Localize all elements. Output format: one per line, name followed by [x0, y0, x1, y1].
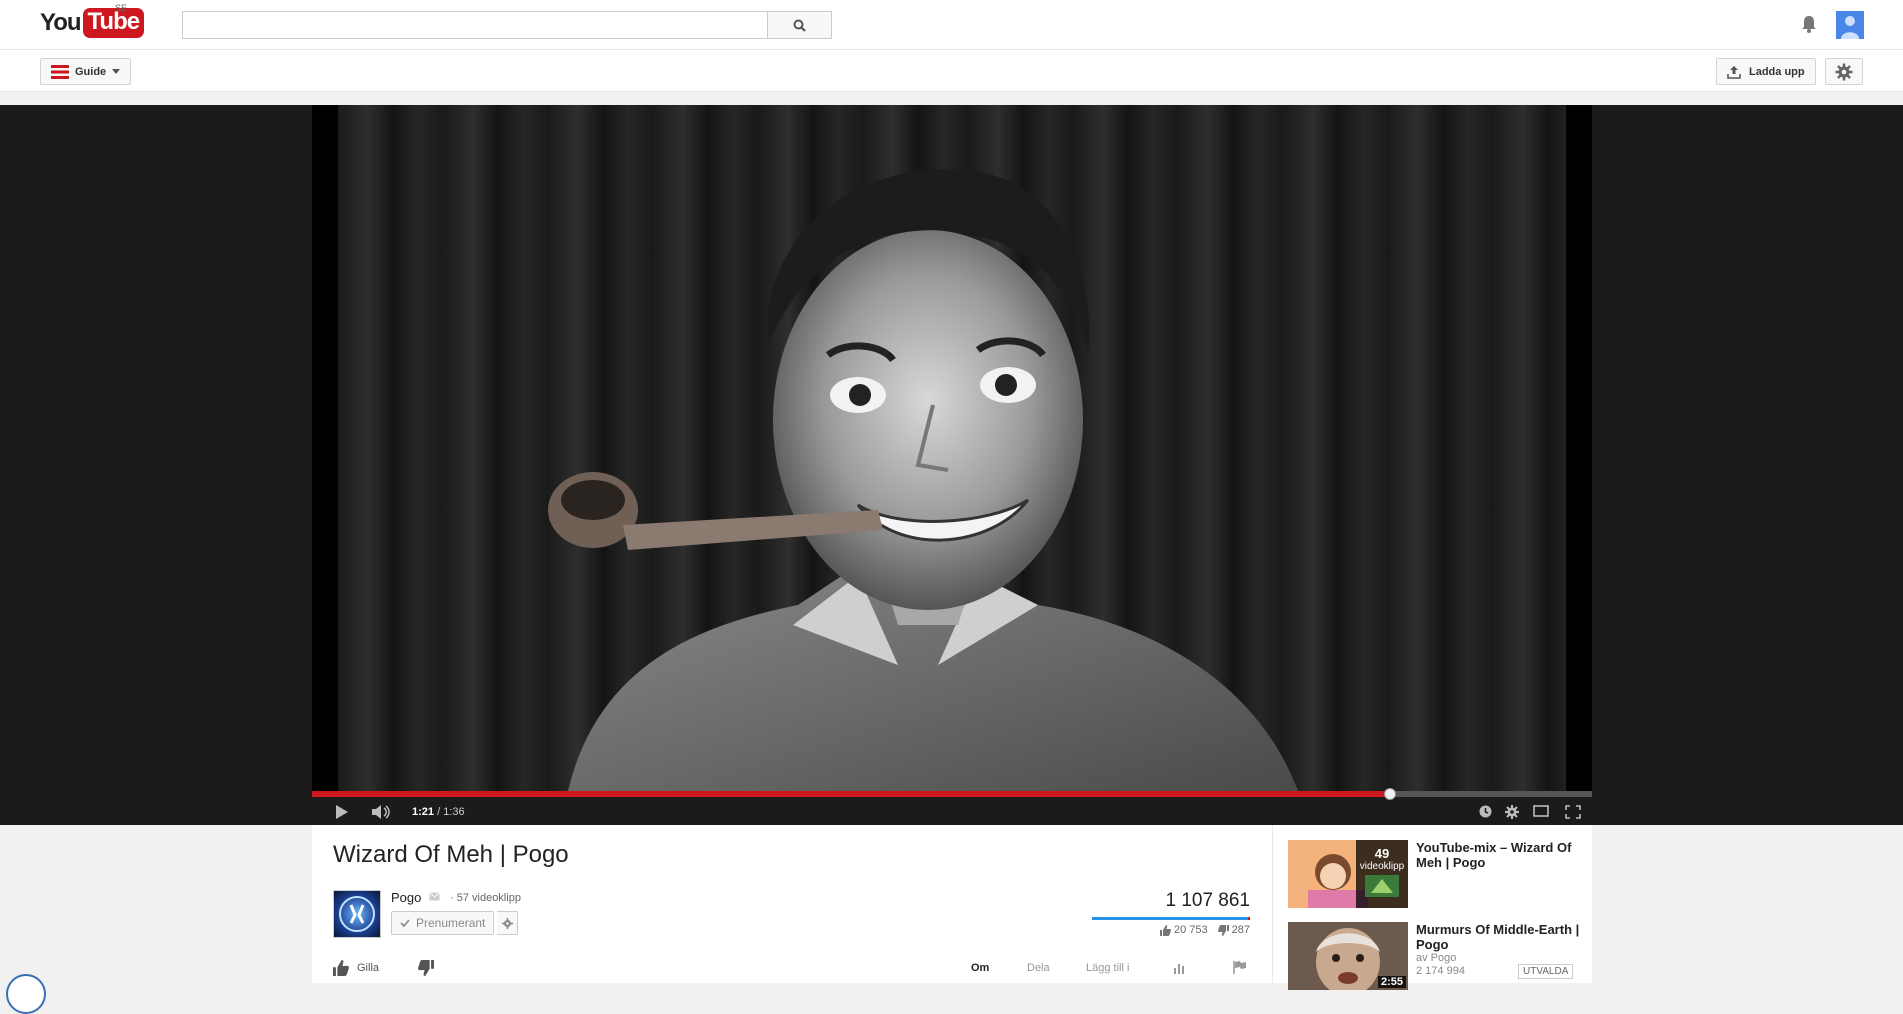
dislikes-count: 287: [1231, 924, 1250, 936]
likes-count-group: 20 753: [1159, 924, 1208, 936]
mix-preview-icon: [1365, 875, 1399, 897]
progress-scrubber[interactable]: [1383, 788, 1396, 800]
search-input[interactable]: [182, 11, 767, 39]
search-icon: [793, 19, 806, 32]
account-avatar[interactable]: [1836, 11, 1864, 39]
like-button[interactable]: Gilla: [333, 960, 379, 976]
search-form: [182, 11, 832, 39]
dislike-button[interactable]: [418, 960, 434, 976]
logo-tube-text: Tube: [82, 8, 145, 38]
upload-button[interactable]: Ladda upp: [1716, 58, 1816, 85]
video-frame[interactable]: [312, 105, 1592, 791]
dislikes-count-group: 287: [1217, 924, 1250, 936]
related-item-mix[interactable]: 49 videoklipp YouTube-mix – Wizard Of Me…: [1288, 840, 1583, 908]
thumbs-up-icon: [333, 960, 349, 976]
checkmark-icon: [400, 919, 410, 927]
time-total: / 1:36: [437, 806, 465, 818]
guide-label: Guide: [75, 65, 107, 78]
statistics-icon[interactable]: [1173, 962, 1187, 974]
guide-button[interactable]: Guide: [40, 58, 132, 85]
time-display: 1:21 / 1:36: [412, 806, 465, 818]
masthead: You Tube SE: [0, 0, 1903, 50]
featured-badge: UTVALDA: [1518, 964, 1574, 979]
channel-video-count[interactable]: · 57 videoklipp: [450, 892, 521, 904]
settings-button[interactable]: [1825, 58, 1863, 85]
action-bar: Gilla Om Dela Lägg till i: [333, 960, 1263, 980]
related-thumbnail: 2:55: [1288, 922, 1408, 990]
gear-icon: [501, 917, 513, 929]
play-icon[interactable]: [334, 805, 348, 819]
thumbs-down-icon: [1217, 924, 1229, 936]
player-controls: 1:21 / 1:36: [312, 788, 1592, 825]
subnav-bar: Guide Ladda upp: [0, 50, 1903, 92]
watch-info: Wizard Of Meh | Pogo Pogo · 57 videoklip…: [312, 825, 1272, 983]
message-icon[interactable]: [429, 892, 440, 901]
time-current: 1:21: [412, 806, 435, 818]
theater-mode-icon[interactable]: [1533, 805, 1549, 817]
related-item-video[interactable]: 2:55 Murmurs Of Middle-Earth | Pogo av P…: [1288, 922, 1583, 990]
upload-label: Ladda upp: [1749, 65, 1805, 78]
subscribe-label: Prenumerant: [416, 916, 486, 930]
chevron-down-icon: [112, 69, 121, 74]
video-still: [338, 105, 1566, 791]
overlay-circle-button[interactable]: [6, 974, 46, 1014]
related-title: Murmurs Of Middle-Earth | Pogo: [1416, 922, 1580, 952]
gear-icon: [1835, 63, 1853, 80]
playlist-count-label: videoklipp: [1359, 861, 1405, 872]
upload-icon: [1727, 65, 1741, 79]
progress-bar[interactable]: [312, 788, 1592, 800]
fullscreen-icon[interactable]: [1565, 805, 1581, 819]
video-content-illustration: [548, 169, 1298, 791]
related-sidebar: 49 videoklipp YouTube-mix – Wizard Of Me…: [1272, 825, 1592, 990]
likes-count: 20 753: [1173, 924, 1208, 936]
video-duration: 2:55: [1377, 976, 1406, 988]
related-author: av Pogo: [1416, 952, 1457, 964]
search-button[interactable]: [767, 11, 832, 39]
user-silhouette-icon: [1841, 16, 1859, 39]
channel-avatar[interactable]: [333, 890, 381, 938]
thumbs-up-icon: [1159, 924, 1171, 936]
youtube-logo[interactable]: You Tube: [40, 8, 145, 38]
player-area: 1:21 / 1:36: [0, 105, 1903, 825]
player-settings-icon[interactable]: [1505, 805, 1519, 819]
country-code: SE: [115, 3, 128, 13]
flag-icon[interactable]: [1233, 961, 1247, 974]
video-title: Wizard Of Meh | Pogo: [333, 841, 569, 868]
tab-share[interactable]: Dela: [1027, 962, 1050, 974]
related-views: 2 174 994: [1416, 965, 1465, 977]
related-title: YouTube-mix – Wizard Of Meh | Pogo: [1416, 840, 1572, 870]
tab-about[interactable]: Om: [971, 962, 989, 974]
notification-bell-icon[interactable]: [1798, 13, 1820, 35]
channel-logo-icon: [339, 896, 375, 932]
logo-you-text: You: [40, 9, 82, 36]
progress-played: [312, 791, 1390, 797]
playlist-overlay: 49 videoklipp: [1356, 840, 1408, 908]
volume-icon[interactable]: [372, 805, 392, 819]
playlist-count: 49: [1374, 846, 1390, 861]
related-thumbnail: 49 videoklipp: [1288, 840, 1408, 908]
like-label: Gilla: [357, 962, 380, 974]
thumbs-down-icon: [418, 960, 434, 976]
sentiment-bar: [1092, 917, 1250, 920]
likes-summary: 20 753 287: [1092, 924, 1250, 936]
subscription-settings-button[interactable]: [497, 911, 518, 935]
subscribe-button[interactable]: Prenumerant: [391, 911, 495, 935]
sentiment-likes-fill: [1092, 917, 1248, 920]
watch-later-icon[interactable]: [1479, 805, 1492, 818]
tab-add-to[interactable]: Lägg till i: [1086, 962, 1129, 974]
channel-name[interactable]: Pogo: [391, 890, 421, 905]
view-count: 1 107 861: [1165, 890, 1250, 911]
hamburger-icon: [51, 64, 69, 79]
